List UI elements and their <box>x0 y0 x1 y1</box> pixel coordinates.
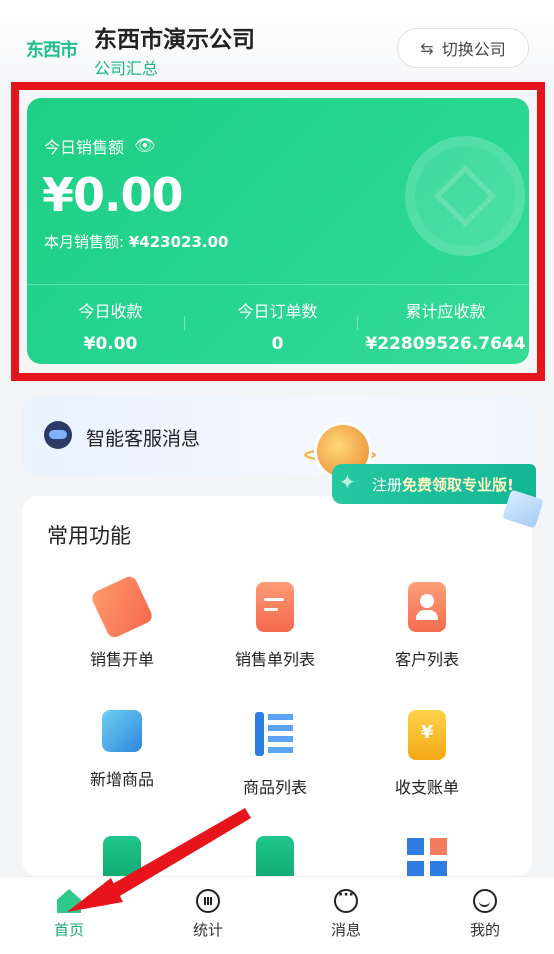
function-customer-list[interactable]: 客户列表 <box>352 582 502 670</box>
month-sales: 本月销售额: ¥423023.00 <box>44 231 228 252</box>
function-label: 收支账单 <box>394 778 459 797</box>
stat-today-receipts[interactable]: 今日收款 ¥0.00 <box>27 298 194 354</box>
company-summary-link[interactable]: 公司汇总 <box>94 55 158 79</box>
swap-icon: ⇆ <box>420 38 434 58</box>
customer-card-icon <box>408 582 446 632</box>
message-icon <box>334 887 358 913</box>
function-sales-order[interactable]: 销售开单 <box>47 574 197 670</box>
function-sales-list[interactable]: 销售单列表 <box>200 582 350 670</box>
today-sales-row: 今日销售额 👁 <box>44 134 156 158</box>
function-label: 销售开单 <box>89 650 154 669</box>
card-divider <box>27 284 529 285</box>
switch-company-button[interactable]: ⇆ 切换公司 <box>397 28 529 68</box>
promo-prefix: 注册 <box>372 475 403 494</box>
sales-summary-card[interactable]: 今日销售额 👁 ¥0.00 本月销售额: ¥423023.00 今日收款 ¥0.… <box>27 98 529 364</box>
stat-value: ¥0.00 <box>83 334 138 354</box>
function-label: 客户列表 <box>394 650 459 669</box>
stat-separator <box>184 316 185 330</box>
month-sales-value: ¥423023.00 <box>128 233 229 251</box>
price-tag-icon <box>89 574 155 640</box>
document-list-icon <box>256 582 294 632</box>
function-label: 商品列表 <box>242 778 307 797</box>
switch-company-label: 切换公司 <box>441 40 506 59</box>
tab-profile[interactable]: 我的 <box>435 889 535 940</box>
today-sales-value: ¥0.00 <box>42 168 184 222</box>
company-logo: 东西市 <box>26 40 78 61</box>
promo-highlight: 免费领取专业版! <box>402 475 514 494</box>
tab-messages[interactable]: 消息 <box>296 887 396 940</box>
stat-total-receivable[interactable]: 累计应收款 ¥22809526.7644 <box>362 298 529 354</box>
stat-label: 累计应收款 <box>405 302 486 321</box>
function-label: 销售单列表 <box>234 650 315 669</box>
function-income-expense[interactable]: 收支账单 <box>352 710 502 798</box>
smart-service-label: 智能客服消息 <box>86 428 201 450</box>
stat-label: 今日收款 <box>78 302 143 321</box>
stat-value: 0 <box>271 334 284 354</box>
register-promo-banner[interactable]: 注册 免费领取专业版! <box>332 464 536 504</box>
stat-value: ¥22809526.7644 <box>365 334 526 354</box>
company-name: 东西市演示公司 <box>94 27 255 53</box>
eye-icon[interactable]: 👁 <box>134 136 156 156</box>
money-bag-icon <box>408 710 446 760</box>
annotation-arrow <box>67 808 251 912</box>
robot-icon <box>44 421 72 449</box>
tab-label: 消息 <box>330 921 361 939</box>
sparkle-icon: ✦ <box>339 470 356 494</box>
common-functions-title: 常用功能 <box>47 524 131 548</box>
tab-label: 首页 <box>53 921 84 939</box>
tab-label: 统计 <box>192 921 223 939</box>
add-product-cube-icon <box>102 710 142 752</box>
profile-icon <box>473 889 497 913</box>
function-label: 新增商品 <box>89 770 154 789</box>
tab-label: 我的 <box>469 921 500 939</box>
today-sales-label: 今日销售额 <box>44 138 125 157</box>
stat-label: 今日订单数 <box>237 302 318 321</box>
stat-separator <box>357 316 358 330</box>
function-add-product[interactable]: 新增商品 <box>47 710 197 790</box>
stat-today-orders[interactable]: 今日订单数 0 <box>194 298 361 354</box>
function-product-list[interactable]: 商品列表 <box>200 710 350 798</box>
coin-decoration <box>405 136 525 256</box>
product-list-icon <box>255 710 295 760</box>
month-sales-label: 本月销售额: <box>44 233 125 251</box>
